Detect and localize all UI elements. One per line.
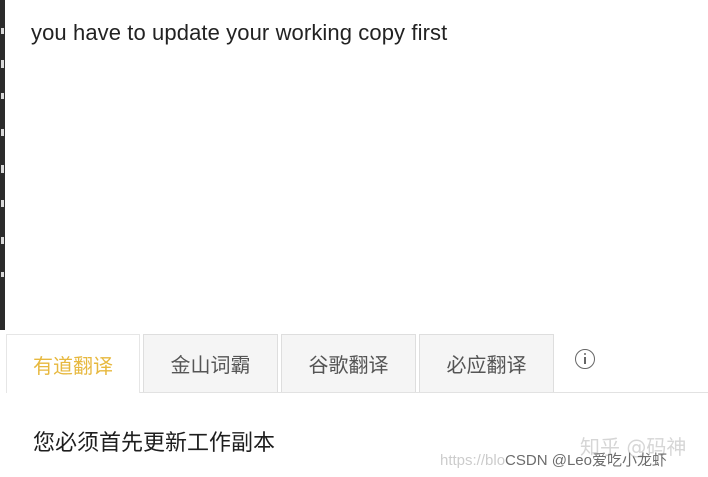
translator-tabs: 有道翻译 金山词霸 谷歌翻译 必应翻译 — [6, 334, 708, 393]
background-mark — [1, 200, 4, 207]
background-mark — [1, 129, 4, 136]
csdn-watermark: https://bloCSDN @Leo爱吃小龙虾 — [440, 449, 667, 470]
tab-jinshan[interactable]: 金山词霸 — [143, 334, 278, 392]
source-text[interactable]: you have to update your working copy fir… — [31, 20, 447, 46]
background-mark — [1, 165, 4, 173]
translation-popup: you have to update your working copy fir… — [0, 0, 708, 477]
tab-bing[interactable]: 必应翻译 — [419, 334, 554, 392]
background-window-edge — [0, 0, 5, 330]
tab-youdao[interactable]: 有道翻译 — [6, 334, 140, 393]
tab-google[interactable]: 谷歌翻译 — [281, 334, 416, 392]
background-mark — [1, 28, 4, 34]
csdn-user-watermark: CSDN @Leo爱吃小龙虾 — [505, 452, 667, 469]
csdn-url-watermark: https://blo — [440, 452, 506, 469]
translation-result: 您必须首先更新工作副本 — [33, 431, 276, 456]
background-mark — [1, 60, 4, 68]
info-icon[interactable] — [575, 349, 595, 369]
background-mark — [1, 272, 4, 277]
background-mark — [1, 93, 4, 99]
background-mark — [1, 237, 4, 244]
